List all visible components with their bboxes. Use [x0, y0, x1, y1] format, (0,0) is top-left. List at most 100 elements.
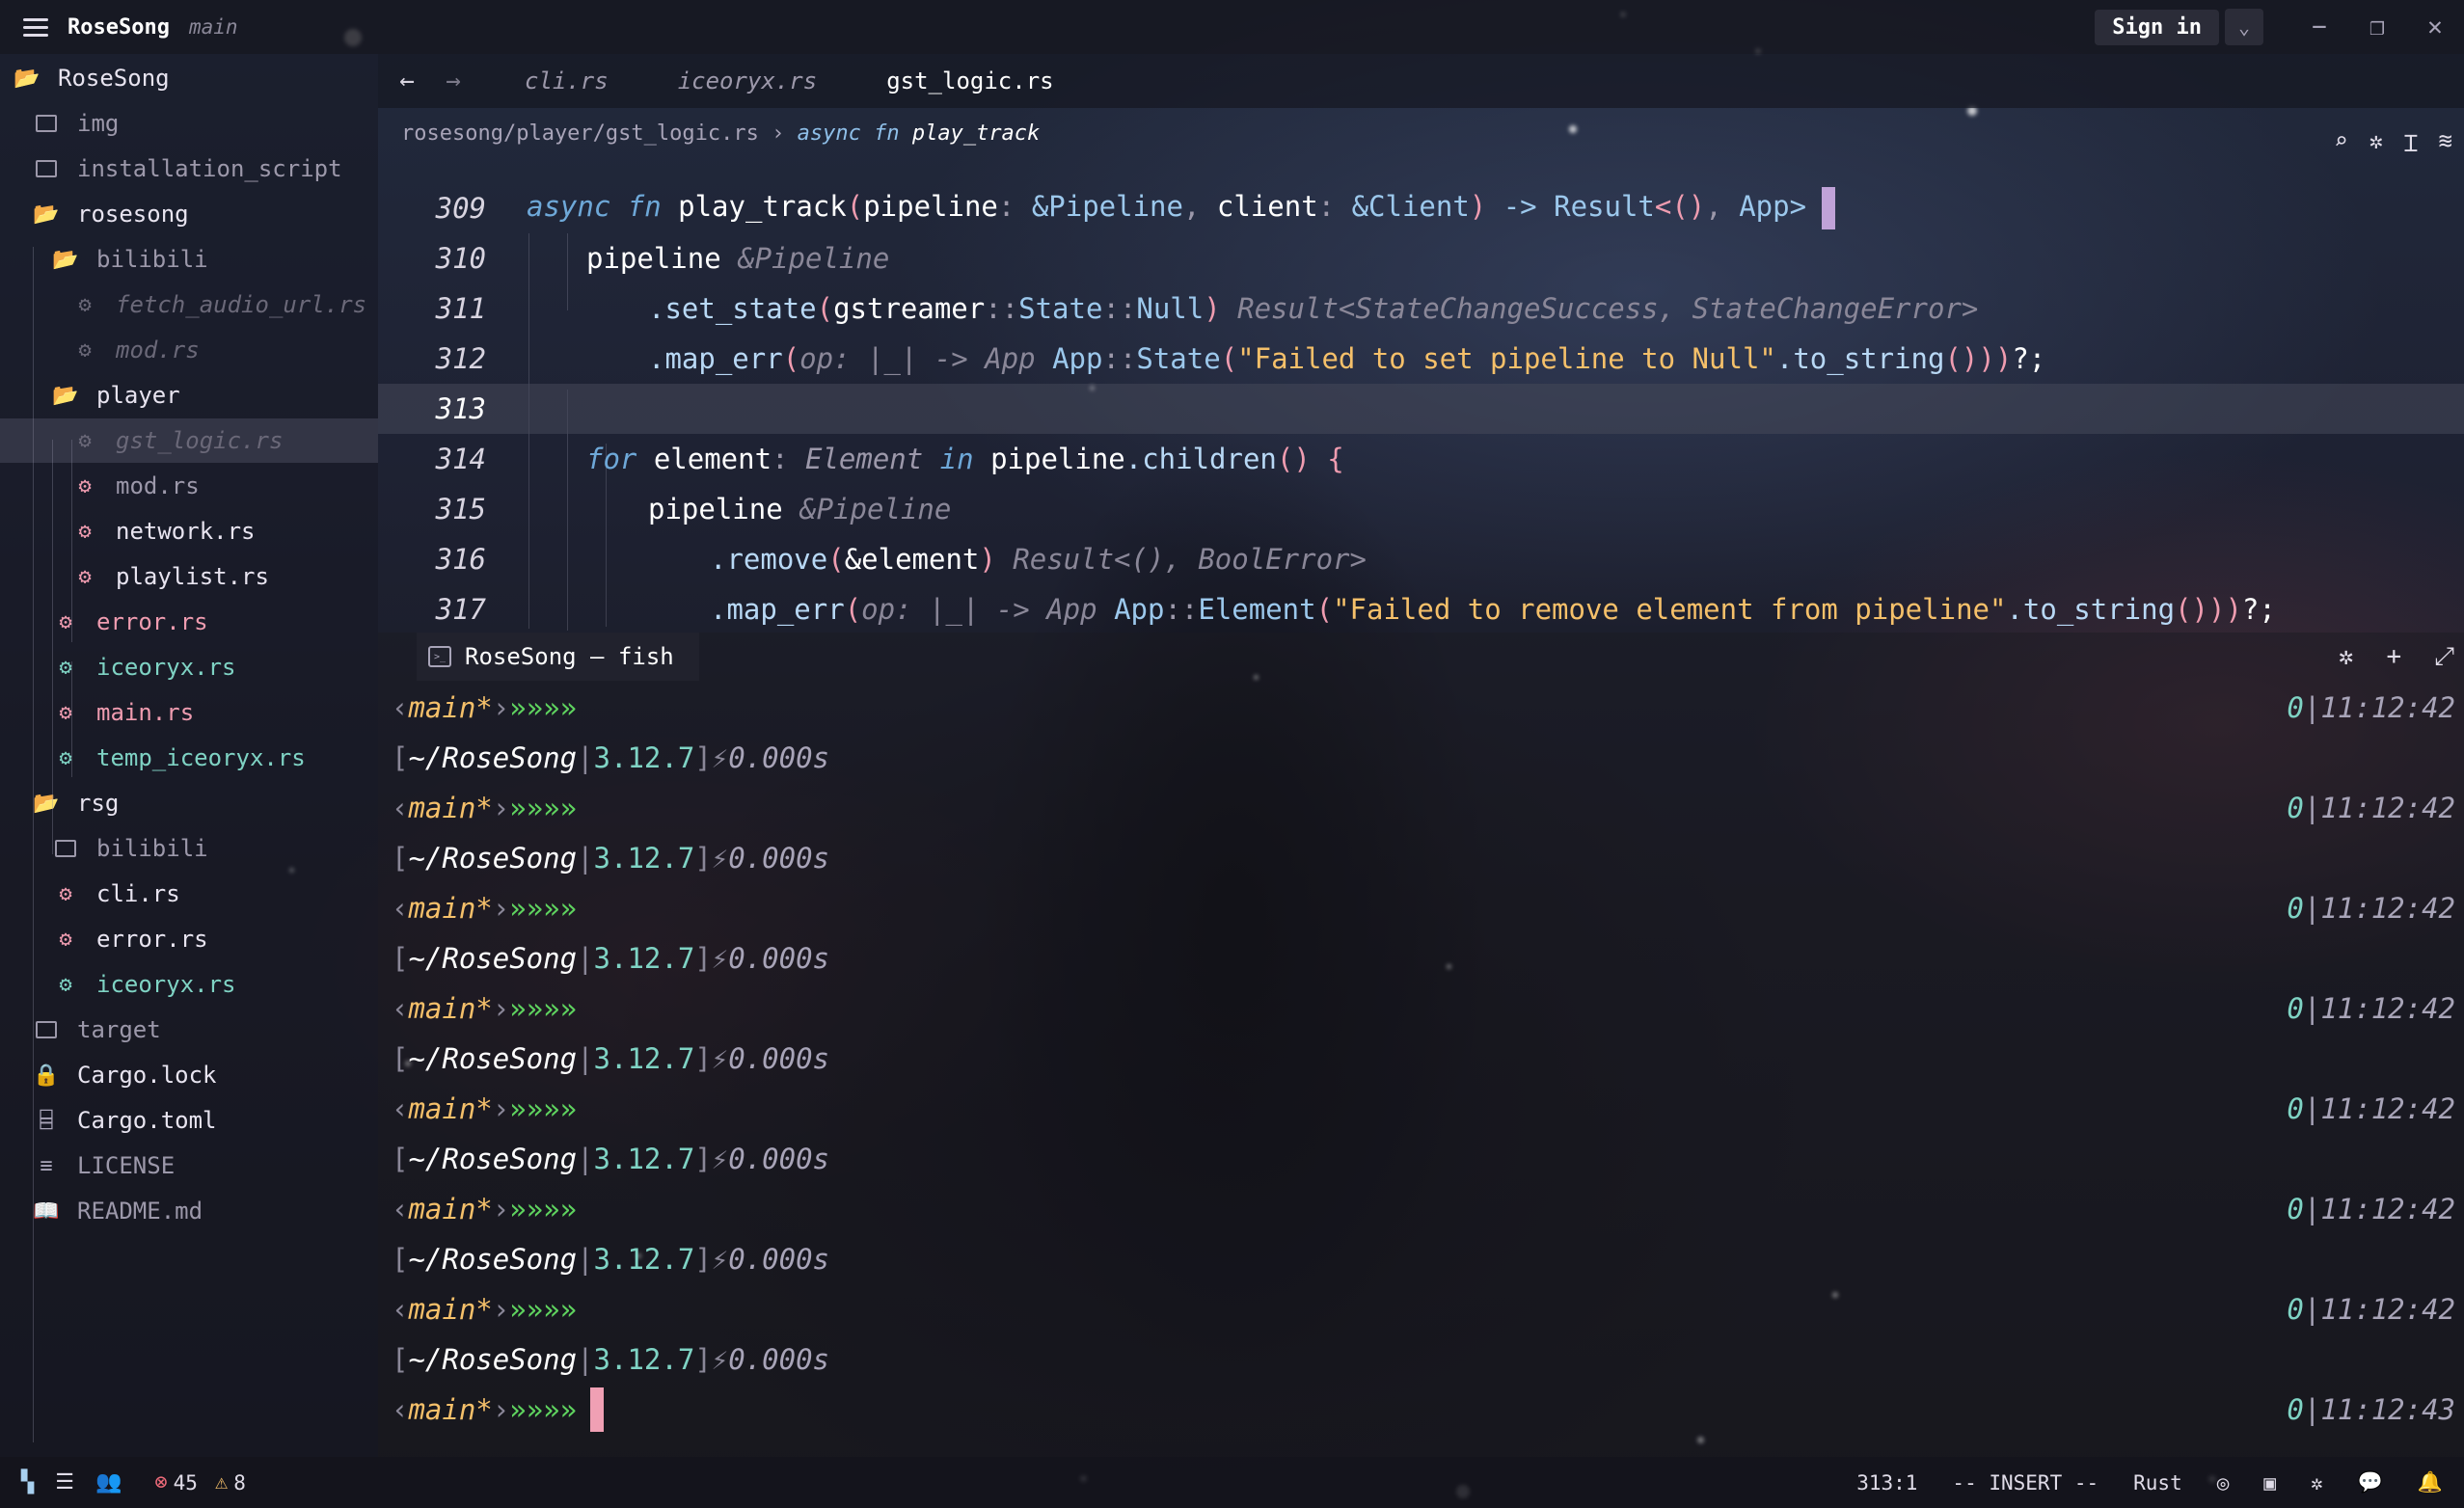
sidebar-item[interactable]: ⚙ main.rs: [0, 690, 378, 735]
tab-gst-logic-rs[interactable]: gst_logic.rs: [852, 54, 1088, 108]
chat-icon[interactable]: 💬: [2358, 1470, 2383, 1495]
collaborators-icon[interactable]: 👥: [95, 1470, 122, 1495]
sidebar-item-label: target: [77, 1016, 161, 1043]
hamburger-menu-icon[interactable]: [23, 17, 48, 37]
cwd-path: ~/RoseSong: [408, 1143, 578, 1175]
exit-status: 0: [2287, 1393, 2304, 1426]
warning-count[interactable]: 8: [233, 1471, 246, 1495]
chevron-down-icon[interactable]: ⌄: [2225, 9, 2263, 45]
restore-icon[interactable]: ❐: [2348, 0, 2406, 54]
sidebar-item[interactable]: ⚙ iceoryx.rs: [0, 962, 378, 1007]
assistant-sparkle-icon[interactable]: ✲: [2369, 127, 2383, 159]
sidebar-item[interactable]: target: [0, 1008, 378, 1052]
breadcrumb-symbol[interactable]: play_track: [912, 121, 1040, 146]
command-duration: 0.000s: [728, 1243, 830, 1276]
search-icon[interactable]: ⌕: [2334, 127, 2347, 159]
forward-arrow-icon[interactable]: →: [436, 67, 471, 95]
code-line-current[interactable]: 313: [378, 384, 2464, 434]
project-name[interactable]: RoseSong: [68, 15, 170, 40]
sidebar-item[interactable]: ⚙ temp_iceoryx.rs: [0, 736, 378, 780]
sidebar-item[interactable]: img: [0, 101, 378, 146]
sidebar-item[interactable]: bilibili: [0, 826, 378, 871]
folder-open-icon: 📂: [33, 791, 60, 816]
prompt-time: 11:12:42: [2320, 1293, 2455, 1326]
sidebar-item[interactable]: 📂 rosesong: [0, 192, 378, 236]
line-number: 309: [435, 192, 486, 225]
code-line[interactable]: 317 .map_err(op: |_| -> App App::Element…: [378, 584, 2464, 634]
settings-sliders-icon[interactable]: ≋: [2439, 127, 2452, 159]
plus-icon[interactable]: +: [2387, 642, 2402, 672]
branch-name[interactable]: main: [189, 15, 238, 39]
sidebar-item[interactable]: ⌸ Cargo.toml: [0, 1098, 378, 1143]
tab-cli-rs[interactable]: cli.rs: [490, 54, 643, 108]
panel-left-icon[interactable]: ▚: [21, 1470, 34, 1495]
prompt-arrows: »»»»: [509, 1193, 578, 1225]
sidebar-item[interactable]: ⚙ playlist.rs: [0, 554, 378, 599]
text-cursor-icon[interactable]: Ɪ: [2404, 127, 2417, 159]
sidebar-item-label: main.rs: [96, 699, 195, 726]
breadcrumb-path[interactable]: rosesong/player/gst_logic.rs: [401, 121, 759, 146]
sidebar-item[interactable]: ⚙ error.rs: [0, 600, 378, 644]
folder-open-icon: 📂: [52, 247, 79, 272]
cursor-position[interactable]: 313:1: [1856, 1471, 1917, 1495]
sidebar-item[interactable]: ⚙ cli.rs: [0, 872, 378, 916]
back-arrow-icon[interactable]: ←: [390, 67, 424, 95]
status-bar: ▚ ☰ 👥 ⊗ 45 ⚠ 8 313:1 -- INSERT -- Rust ◎…: [0, 1457, 2464, 1508]
tab-iceoryx-rs[interactable]: iceoryx.rs: [643, 54, 853, 108]
sidebar-item[interactable]: installation_script: [0, 147, 378, 191]
editor-pane: ← → cli.rs iceoryx.rs gst_logic.rs roses…: [378, 54, 2464, 633]
code-line[interactable]: 314 for element: Element in pipeline.chi…: [378, 434, 2464, 484]
code-line[interactable]: 311 .set_state(gstreamer::State::Null) R…: [378, 283, 2464, 334]
python-version: 3.12.7: [593, 942, 695, 975]
prompt-arrows: »»»»: [509, 992, 578, 1025]
sidebar-item-label: mod.rs: [116, 337, 200, 364]
terminal-toggle-icon[interactable]: ▣: [2263, 1471, 2276, 1495]
terminal-tab[interactable]: >_ RoseSong — fish: [417, 633, 699, 681]
prompt-time: 11:12:42: [2320, 892, 2455, 925]
assistant-sparkle-icon[interactable]: ✲: [2311, 1471, 2323, 1495]
sidebar-item[interactable]: 🔒 Cargo.lock: [0, 1053, 378, 1097]
error-icon[interactable]: ⊗: [154, 1470, 167, 1495]
code-area[interactable]: 309 async fn play_track(pipeline: &Pipel…: [378, 183, 2464, 633]
sidebar-item[interactable]: 📖 README.md: [0, 1189, 378, 1233]
bell-icon[interactable]: 🔔: [2418, 1470, 2443, 1495]
line-number: 317: [435, 593, 486, 626]
sidebar-item[interactable]: ⚙ gst_logic.rs: [0, 418, 378, 463]
tree-indent-guide: [71, 440, 72, 642]
warning-icon[interactable]: ⚠: [215, 1470, 228, 1495]
error-count[interactable]: 45: [174, 1471, 198, 1495]
line-number: 315: [435, 493, 486, 525]
prompt-arrows: »»»»: [509, 792, 578, 824]
sign-in-button[interactable]: Sign in: [2095, 9, 2219, 45]
sidebar-item[interactable]: 📂 bilibili: [0, 237, 378, 282]
sidebar-item[interactable]: ⚙ fetch_audio_url.rs: [0, 283, 378, 327]
sidebar-item[interactable]: ⚙ mod.rs: [0, 464, 378, 508]
sidebar-item[interactable]: 📂 player: [0, 373, 378, 417]
terminal-panel[interactable]: >_ RoseSong — fish ✲ + ⤢ ‹ main* › »»»» 0|1…: [378, 633, 2464, 1457]
close-icon[interactable]: ✕: [2406, 0, 2464, 54]
code-line[interactable]: 312 .map_err(op: |_| -> App App::State("…: [378, 334, 2464, 384]
breadcrumb[interactable]: rosesong/player/gst_logic.rs › async fn …: [401, 121, 1040, 146]
language-selector[interactable]: Rust: [2133, 1471, 2182, 1495]
code-line[interactable]: 309 async fn play_track(pipeline: &Pipel…: [378, 183, 2464, 233]
sidebar-item[interactable]: ⚙ network.rs: [0, 509, 378, 553]
prompt-time: 11:12:42: [2320, 1193, 2455, 1225]
exit-status: 0: [2287, 1293, 2304, 1326]
assistant-sparkle-icon[interactable]: ✲: [2339, 642, 2354, 672]
book-icon: 📖: [33, 1198, 60, 1224]
outline-icon[interactable]: ☰: [55, 1470, 74, 1495]
code-line[interactable]: 315 pipeline &Pipeline: [378, 484, 2464, 534]
minimize-icon[interactable]: −: [2290, 0, 2348, 54]
sidebar-item[interactable]: 📂 rsg: [0, 781, 378, 825]
sidebar-item[interactable]: ⚙ error.rs: [0, 917, 378, 961]
sidebar-item[interactable]: ≡ LICENSE: [0, 1144, 378, 1188]
sidebar-item[interactable]: ⚙ mod.rs: [0, 328, 378, 372]
type-hint: Result<StateChangeSuccess, StateChangeEr…: [1237, 292, 1979, 325]
sidebar-item[interactable]: 📂 RoseSong: [0, 56, 378, 100]
terminal-prompt-line: ‹ main* › »»»» 0|11:12:42: [392, 691, 2455, 724]
code-line[interactable]: 310 pipeline &Pipeline: [378, 233, 2464, 283]
code-line[interactable]: 316 .remove(&element) Result<(), BoolErr…: [378, 534, 2464, 584]
copilot-icon[interactable]: ◎: [2217, 1471, 2230, 1495]
maximize-icon[interactable]: ⤢: [2434, 642, 2454, 672]
sidebar-item[interactable]: ⚙ iceoryx.rs: [0, 645, 378, 689]
